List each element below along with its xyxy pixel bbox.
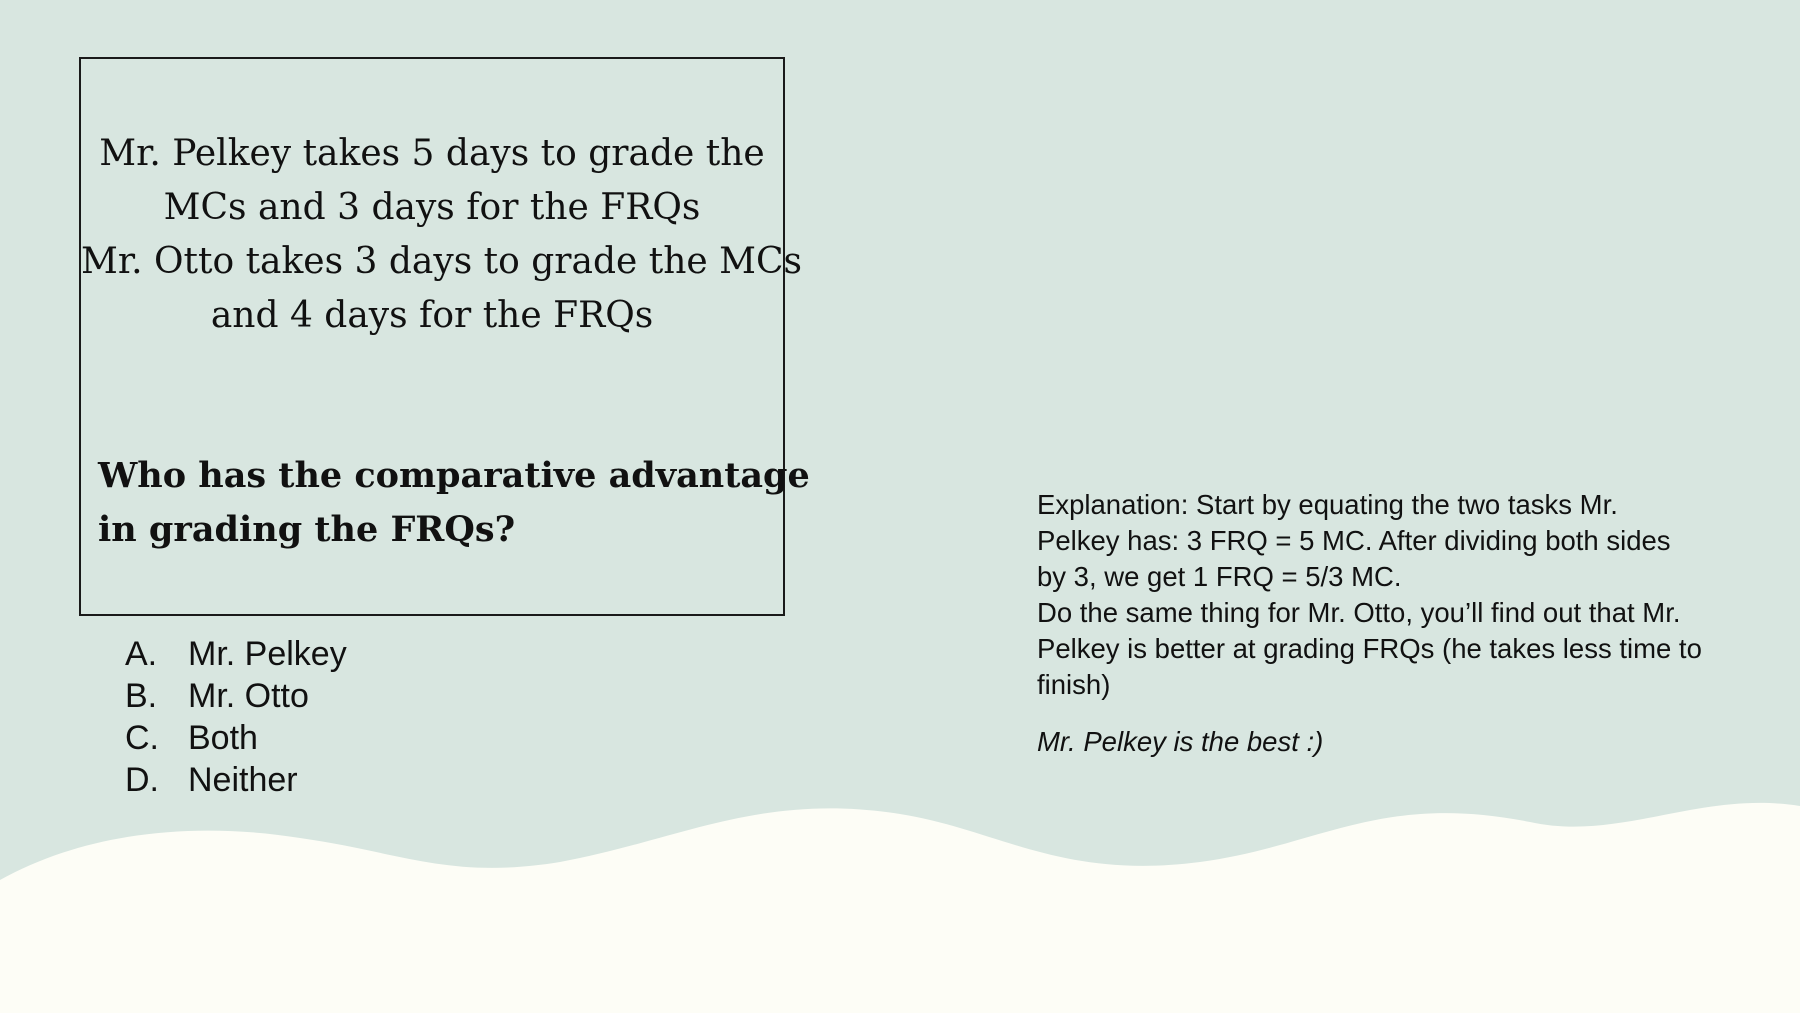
explanation-text: Explanation: Start by equating the two t… <box>1037 487 1777 760</box>
answer-choices: A. Mr. Pelkey B. Mr. Otto C. Both D. Nei… <box>125 633 347 801</box>
question-premise: Mr. Pelkey takes 5 days to grade the MCs… <box>81 127 803 343</box>
premise-line: Mr. Pelkey takes 5 days to grade the <box>99 133 765 174</box>
choice-d[interactable]: D. Neither <box>125 759 347 801</box>
choice-a[interactable]: A. Mr. Pelkey <box>125 633 347 675</box>
choice-text: Neither <box>188 761 298 799</box>
premise-line: MCs and 3 days for the FRQs <box>163 187 701 228</box>
slide: Mr. Pelkey takes 5 days to grade the MCs… <box>0 0 1800 1013</box>
explanation-line: Pelkey has: 3 FRQ = 5 MC. After dividing… <box>1037 525 1671 556</box>
choice-letter: A. <box>125 635 158 673</box>
choice-letter: D. <box>125 761 159 799</box>
premise-line: and 4 days for the FRQs <box>210 295 654 336</box>
explanation-line: Explanation: Start by equating the two t… <box>1037 489 1618 520</box>
explanation-closing: Mr. Pelkey is the best :) <box>1037 726 1324 757</box>
question-prompt: Who has the comparative advantage in gra… <box>98 449 810 557</box>
wave-shape <box>0 802 1800 1013</box>
prompt-line: Who has the comparative advantage <box>98 455 810 496</box>
explanation-line: by 3, we get 1 FRQ = 5/3 MC. <box>1037 561 1402 592</box>
explanation-line: finish) <box>1037 669 1111 700</box>
explanation-line: Pelkey is better at grading FRQs (he tak… <box>1037 633 1702 664</box>
choice-text: Mr. Otto <box>188 677 309 715</box>
premise-line: Mr. Otto takes 3 days to grade the MCs <box>81 241 803 282</box>
choice-b[interactable]: B. Mr. Otto <box>125 675 347 717</box>
question-box: Mr. Pelkey takes 5 days to grade the MCs… <box>79 57 810 616</box>
choice-letter: B. <box>125 677 158 715</box>
choice-c[interactable]: C. Both <box>125 717 347 759</box>
explanation-line: Do the same thing for Mr. Otto, you’ll f… <box>1037 597 1681 628</box>
prompt-line: in grading the FRQs? <box>98 509 516 550</box>
choice-text: Both <box>188 719 258 757</box>
choice-letter: C. <box>125 719 159 757</box>
choice-text: Mr. Pelkey <box>188 635 347 673</box>
